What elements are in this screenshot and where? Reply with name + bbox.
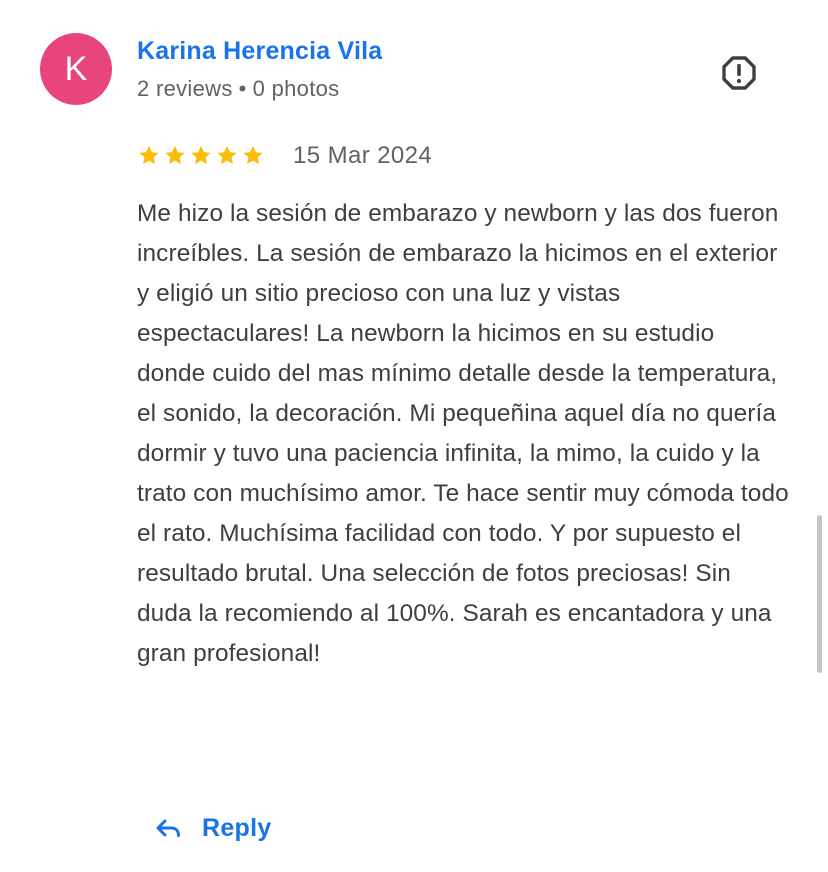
reply-label: Reply [202, 813, 272, 842]
review-text: Me hizo la sesión de embarazo y newborn … [137, 200, 789, 667]
photo-count: 0 photos [252, 76, 340, 101]
report-octagon-icon[interactable] [719, 53, 759, 93]
reply-button[interactable]: Reply [152, 804, 272, 852]
reply-icon [156, 819, 180, 837]
reviewer-meta: 2 reviews • 0 photos [137, 74, 339, 104]
star-rating [137, 144, 265, 168]
meta-separator: • [238, 76, 247, 101]
reviewer-name[interactable]: Karina Herencia Vila [137, 34, 382, 68]
review-count: 2 reviews [137, 76, 233, 101]
star-icon [165, 146, 185, 164]
review-date: 15 Mar 2024 [293, 142, 433, 169]
star-icon [139, 146, 159, 164]
star-icon [243, 146, 263, 164]
scrollbar-thumb[interactable] [817, 515, 822, 673]
star-icon [217, 146, 237, 164]
review-rating: 15 Mar 2024 [137, 140, 432, 172]
avatar[interactable]: K [40, 33, 112, 105]
star-icon [191, 146, 211, 164]
